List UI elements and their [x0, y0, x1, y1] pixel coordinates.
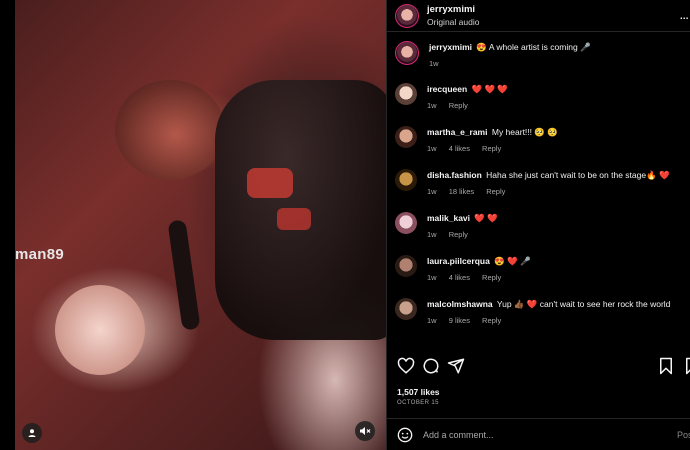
avatar[interactable]: [395, 169, 417, 191]
more-options-icon[interactable]: ...: [679, 6, 689, 22]
post-actions: [395, 357, 690, 379]
post-date: OCTOBER 15: [397, 400, 439, 406]
comment-text: Haha she just can't wait to be on the st…: [486, 170, 670, 180]
comment-time: 1w: [427, 101, 437, 110]
comment-time: 1w: [427, 187, 437, 196]
reply-button[interactable]: Reply: [482, 144, 501, 153]
comment-username[interactable]: malcolmshawna: [427, 299, 493, 309]
comment-text: ❤️ ❤️ ❤️: [471, 84, 509, 94]
comment-time: 1w: [427, 316, 437, 325]
emoji-icon[interactable]: [397, 427, 413, 443]
comment-username[interactable]: irecqueen: [427, 84, 467, 94]
reel-video-container[interactable]: man89: [0, 0, 386, 450]
post-side-panel: jerryxmimi Original audio ... jerryxmimi…: [386, 0, 690, 450]
video-jacket-patch: [277, 208, 311, 230]
reply-button[interactable]: Reply: [486, 187, 505, 196]
post-author-username[interactable]: jerryxmimi: [427, 4, 479, 15]
avatar[interactable]: [395, 298, 417, 320]
list-item: irecqueen ❤️ ❤️ ❤️ 1w Reply: [395, 83, 685, 110]
video-baby: [55, 285, 145, 375]
comment-username[interactable]: martha_e_rami: [427, 127, 487, 137]
list-item: martha_e_rami My heart!!! 🥺 🥺 1w 4 likes…: [395, 126, 685, 153]
avatar[interactable]: [395, 255, 417, 277]
mute-button[interactable]: [355, 421, 375, 441]
speaker-muted-icon: [360, 427, 371, 435]
reel-video[interactable]: [15, 0, 386, 450]
caption-time: 1w: [429, 59, 439, 68]
video-jacket-patch: [247, 168, 293, 198]
reply-button[interactable]: Reply: [449, 101, 468, 110]
comment-composer: Post: [387, 418, 690, 450]
comment-likes[interactable]: 4 likes: [449, 144, 470, 153]
comment-username[interactable]: laura.piilcerqua: [427, 256, 490, 266]
comment-text: Yup 👍🏾 ❤️ can't wait to see her rock the…: [496, 299, 671, 309]
list-item: malcolmshawna Yup 👍🏾 ❤️ can't wait to se…: [395, 298, 685, 325]
comment-likes[interactable]: 9 likes: [449, 316, 470, 325]
comment-likes[interactable]: 18 likes: [449, 187, 474, 196]
reply-button[interactable]: Reply: [482, 273, 501, 282]
video-watermark: man89: [15, 246, 65, 263]
bookmark-icon[interactable]: [657, 357, 675, 375]
comment-input[interactable]: [423, 429, 663, 440]
audio-link[interactable]: Original audio: [427, 17, 479, 27]
reply-button[interactable]: Reply: [482, 316, 501, 325]
user-icon: [28, 429, 36, 437]
comment-text: ❤️ ❤️: [474, 213, 498, 223]
comment-time: 1w: [427, 144, 437, 153]
comment-text: My heart!!! 🥺 🥺: [491, 127, 558, 137]
avatar[interactable]: [395, 3, 419, 28]
tagged-users-button[interactable]: [22, 423, 42, 443]
post-header: jerryxmimi Original audio ...: [387, 0, 690, 32]
comment-likes[interactable]: 4 likes: [449, 273, 470, 282]
video-performer-head: [115, 80, 225, 180]
list-item: laura.piilcerqua 😍 ❤️ 🎤 1w 4 likes Reply: [395, 255, 685, 282]
caption-username[interactable]: jerryxmimi: [429, 42, 472, 52]
heart-icon[interactable]: [397, 357, 415, 375]
avatar[interactable]: [395, 212, 417, 234]
avatar[interactable]: [395, 83, 417, 105]
comment-text: 😍 ❤️ 🎤: [494, 256, 531, 266]
comment-username[interactable]: malik_kavi: [427, 213, 470, 223]
share-icon[interactable]: [447, 357, 465, 375]
caption-text: 😍 A whole artist is coming 🎤: [476, 42, 591, 52]
comment-username[interactable]: disha.fashion: [427, 170, 482, 180]
post-caption: jerryxmimi 😍 A whole artist is coming 🎤 …: [395, 41, 685, 68]
post-comment-button[interactable]: Post: [677, 430, 690, 440]
avatar[interactable]: [395, 41, 419, 65]
bookmark-icon[interactable]: [683, 357, 690, 375]
comment-time: 1w: [427, 273, 437, 282]
list-item: malik_kavi ❤️ ❤️ 1w Reply: [395, 212, 685, 239]
comment-icon[interactable]: [422, 357, 440, 375]
caption-line: jerryxmimi 😍 A whole artist is coming 🎤: [429, 41, 679, 53]
list-item: disha.fashion Haha she just can't wait t…: [395, 169, 685, 196]
comments-list: jerryxmimi 😍 A whole artist is coming 🎤 …: [387, 33, 690, 351]
reply-button[interactable]: Reply: [449, 230, 468, 239]
avatar[interactable]: [395, 126, 417, 148]
video-microphone: [167, 219, 201, 331]
likes-count[interactable]: 1,507 likes: [397, 387, 440, 397]
comment-time: 1w: [427, 230, 437, 239]
